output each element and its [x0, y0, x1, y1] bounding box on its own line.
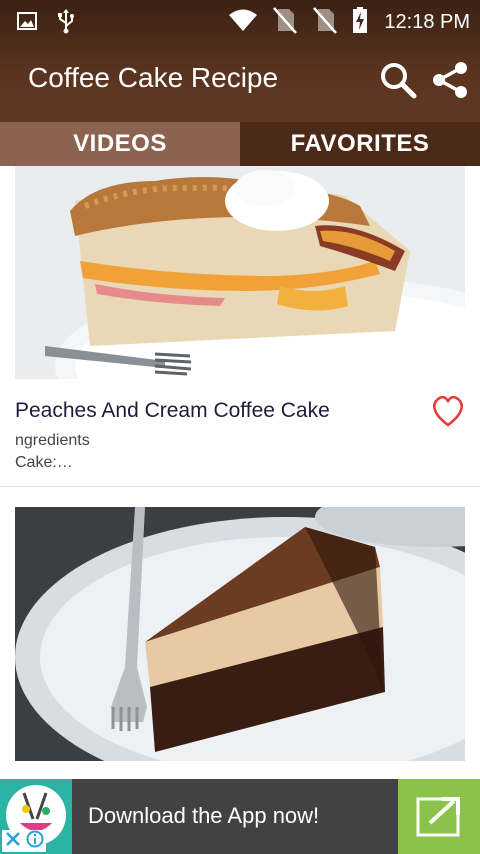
- tab-favorites[interactable]: FAVORITES: [240, 122, 480, 166]
- usb-icon: [56, 8, 76, 39]
- info-icon[interactable]: [26, 830, 44, 853]
- recipe-title[interactable]: Peaches And Cream Coffee Cake: [15, 399, 330, 423]
- favorite-heart-icon[interactable]: [430, 394, 466, 428]
- app-header: 12:18 PM Coffee Cake Recipe: [0, 0, 480, 122]
- wifi-icon: [228, 8, 258, 37]
- tab-bar: VIDEOS FAVORITES: [0, 122, 480, 166]
- ad-open-button[interactable]: [398, 779, 480, 854]
- status-bar: 12:18 PM: [0, 0, 480, 40]
- recipe-subtitle-line1: ngredients: [15, 432, 90, 449]
- ad-close-button[interactable]: [2, 830, 46, 852]
- no-sim-icon: [312, 6, 338, 39]
- app-title: Coffee Cake Recipe: [28, 62, 279, 93]
- no-sim-icon: [272, 6, 298, 39]
- battery-charging-icon: [352, 6, 368, 39]
- recipe-subtitle-line2: Cake:…: [15, 454, 73, 471]
- recipe-thumbnail[interactable]: [15, 166, 465, 379]
- tab-videos[interactable]: VIDEOS: [0, 122, 240, 166]
- card-divider: [0, 486, 480, 487]
- close-icon[interactable]: [5, 831, 21, 852]
- favorites-feed[interactable]: Peaches And Cream Coffee Cake ngredients…: [0, 166, 480, 779]
- status-time: 12:18 PM: [384, 11, 470, 33]
- recipe-thumbnail[interactable]: [15, 507, 465, 761]
- share-icon[interactable]: [430, 60, 470, 100]
- ad-text[interactable]: Download the App now!: [88, 803, 319, 829]
- image-icon: [16, 10, 38, 37]
- ad-banner[interactable]: Download the App now!: [0, 779, 480, 854]
- search-icon[interactable]: [378, 60, 418, 100]
